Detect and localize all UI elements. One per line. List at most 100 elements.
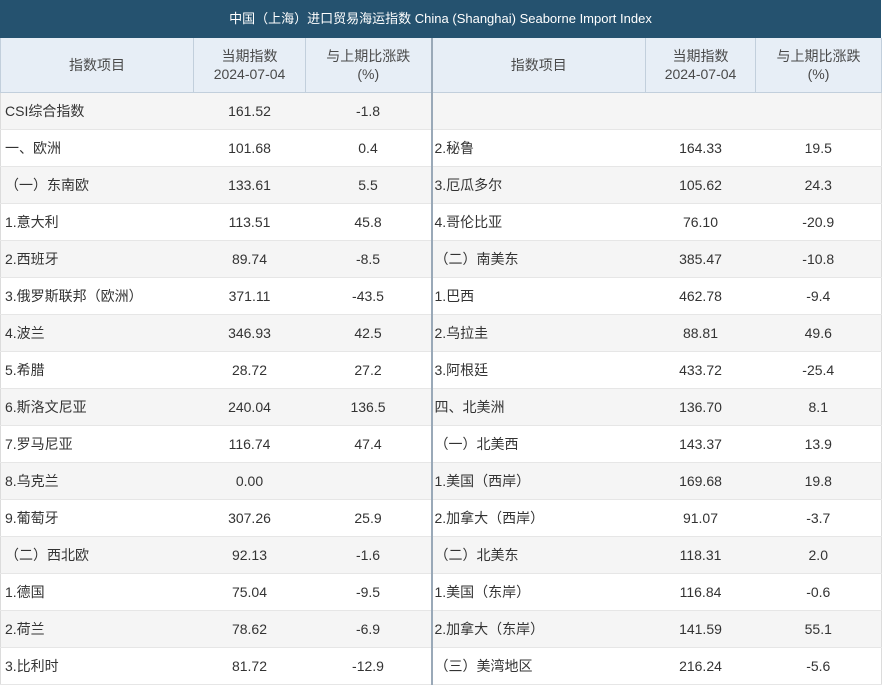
- table-row: 1.德国 75.04 -9.5 1.美国（东岸） 116.84 -0.6: [0, 573, 882, 611]
- row-left-index: 161.52: [193, 92, 306, 130]
- row-left-index: 81.72: [193, 647, 306, 685]
- row-right-name: （一）北美西: [430, 425, 646, 463]
- row-left-name: （一）东南欧: [0, 166, 194, 204]
- row-left-name: 2.荷兰: [0, 610, 194, 648]
- row-right-name: 2.乌拉圭: [430, 314, 646, 352]
- row-right-change: 55.1: [755, 610, 882, 648]
- row-right-change: -10.8: [755, 240, 882, 278]
- row-right-name: （二）北美东: [430, 536, 646, 574]
- row-right-change: 2.0: [755, 536, 882, 574]
- row-right-change: 19.5: [755, 129, 882, 167]
- row-left-index: 92.13: [193, 536, 306, 574]
- row-right-change: 49.6: [755, 314, 882, 352]
- row-left-change: 0.4: [305, 129, 432, 167]
- row-left-change: 42.5: [305, 314, 432, 352]
- row-left-index: 371.11: [193, 277, 306, 315]
- table-row: 一、欧洲 101.68 0.4 2.秘鲁 164.33 19.5: [0, 129, 882, 167]
- row-right-index: 433.72: [645, 351, 756, 389]
- row-right-index: 116.84: [645, 573, 756, 611]
- row-right-change: -0.6: [755, 573, 882, 611]
- row-right-index: 385.47: [645, 240, 756, 278]
- row-right-change: 24.3: [755, 166, 882, 204]
- table-row: 8.乌克兰 0.00 1.美国（西岸） 169.68 19.8: [0, 462, 882, 500]
- row-right-index: 136.70: [645, 388, 756, 426]
- row-left-change: -1.8: [305, 92, 432, 130]
- row-left-name: 4.波兰: [0, 314, 194, 352]
- row-right-name: 1.美国（东岸）: [430, 573, 646, 611]
- row-left-index: 28.72: [193, 351, 306, 389]
- row-right-index: 164.33: [645, 129, 756, 167]
- row-right-change: -5.6: [755, 647, 882, 685]
- row-left-change: -12.9: [305, 647, 432, 685]
- row-right-index: 105.62: [645, 166, 756, 204]
- row-left-index: 101.68: [193, 129, 306, 167]
- row-right-index: 141.59: [645, 610, 756, 648]
- row-left-change: 136.5: [305, 388, 432, 426]
- row-right-index: 88.81: [645, 314, 756, 352]
- table-body: CSI综合指数 161.52 -1.8 一、欧洲 101.68 0.4 2.秘鲁 164.33…: [0, 92, 882, 685]
- row-right-name: （二）南美东: [430, 240, 646, 278]
- row-right-change: -9.4: [755, 277, 882, 315]
- row-right-name: [430, 92, 646, 130]
- table-row: 3.俄罗斯联邦（欧洲） 371.11 -43.5 1.巴西 462.78 -9.4: [0, 277, 882, 315]
- row-right-index: [645, 92, 756, 130]
- index-table-panel: 中国（上海）进口贸易海运指数 China (Shanghai) Seaborne…: [0, 0, 882, 686]
- row-left-name: 9.葡萄牙: [0, 499, 194, 537]
- row-right-change: [755, 92, 882, 130]
- row-right-name: 1.美国（西岸）: [430, 462, 646, 500]
- row-right-name: 2.加拿大（东岸）: [430, 610, 646, 648]
- row-right-index: 169.68: [645, 462, 756, 500]
- row-left-name: 3.俄罗斯联邦（欧洲）: [0, 277, 194, 315]
- row-left-name: 3.比利时: [0, 647, 194, 685]
- row-left-index: 116.74: [193, 425, 306, 463]
- header-item-left: 指数项目: [0, 38, 194, 93]
- table-row: 9.葡萄牙 307.26 25.9 2.加拿大（西岸） 91.07 -3.7: [0, 499, 882, 537]
- table-row: CSI综合指数 161.52 -1.8: [0, 92, 882, 130]
- row-right-index: 91.07: [645, 499, 756, 537]
- row-left-change: [305, 462, 432, 500]
- row-right-change: 8.1: [755, 388, 882, 426]
- row-left-index: 89.74: [193, 240, 306, 278]
- header-change-right: 与上期比涨跌 (%): [755, 38, 882, 93]
- table-row: （一）东南欧 133.61 5.5 3.厄瓜多尔 105.62 24.3: [0, 166, 882, 204]
- row-left-name: 8.乌克兰: [0, 462, 194, 500]
- table-row: 2.西班牙 89.74 -8.5 （二）南美东 385.47 -10.8: [0, 240, 882, 278]
- row-left-index: 113.51: [193, 203, 306, 241]
- header-row: 指数项目 当期指数 2024-07-04 与上期比涨跌 (%) 指数项目 当期指数 2…: [0, 38, 882, 93]
- table-row: 1.意大利 113.51 45.8 4.哥伦比亚 76.10 -20.9: [0, 203, 882, 241]
- row-right-change: -3.7: [755, 499, 882, 537]
- header-index-right: 当期指数 2024-07-04: [645, 38, 756, 93]
- row-right-name: （三）美湾地区: [430, 647, 646, 685]
- row-right-name: 4.哥伦比亚: [430, 203, 646, 241]
- table-row: 2.荷兰 78.62 -6.9 2.加拿大（东岸） 141.59 55.1: [0, 610, 882, 648]
- header-item-right: 指数项目: [430, 38, 646, 93]
- row-left-name: 一、欧洲: [0, 129, 194, 167]
- row-left-name: 5.希腊: [0, 351, 194, 389]
- row-right-name: 3.阿根廷: [430, 351, 646, 389]
- row-right-index: 118.31: [645, 536, 756, 574]
- table-row: 5.希腊 28.72 27.2 3.阿根廷 433.72 -25.4: [0, 351, 882, 389]
- row-right-change: 19.8: [755, 462, 882, 500]
- row-left-index: 78.62: [193, 610, 306, 648]
- header-change-left: 与上期比涨跌 (%): [305, 38, 432, 93]
- row-left-index: 0.00: [193, 462, 306, 500]
- row-left-index: 240.04: [193, 388, 306, 426]
- row-right-change: -20.9: [755, 203, 882, 241]
- row-left-name: CSI综合指数: [0, 92, 194, 130]
- row-left-change: 47.4: [305, 425, 432, 463]
- row-left-change: -43.5: [305, 277, 432, 315]
- row-left-change: 5.5: [305, 166, 432, 204]
- row-left-index: 75.04: [193, 573, 306, 611]
- row-left-change: 25.9: [305, 499, 432, 537]
- row-right-index: 216.24: [645, 647, 756, 685]
- row-left-index: 346.93: [193, 314, 306, 352]
- row-right-name: 2.秘鲁: [430, 129, 646, 167]
- table-row: 6.斯洛文尼亚 240.04 136.5 四、北美洲 136.70 8.1: [0, 388, 882, 426]
- row-right-index: 143.37: [645, 425, 756, 463]
- table-title: 中国（上海）进口贸易海运指数 China (Shanghai) Seaborne…: [0, 0, 881, 38]
- row-left-index: 133.61: [193, 166, 306, 204]
- index-table: 指数项目 当期指数 2024-07-04 与上期比涨跌 (%) 指数项目 当期指数 2…: [0, 38, 882, 685]
- table-row: 3.比利时 81.72 -12.9 （三）美湾地区 216.24 -5.6: [0, 647, 882, 685]
- row-left-name: 2.西班牙: [0, 240, 194, 278]
- row-right-change: -25.4: [755, 351, 882, 389]
